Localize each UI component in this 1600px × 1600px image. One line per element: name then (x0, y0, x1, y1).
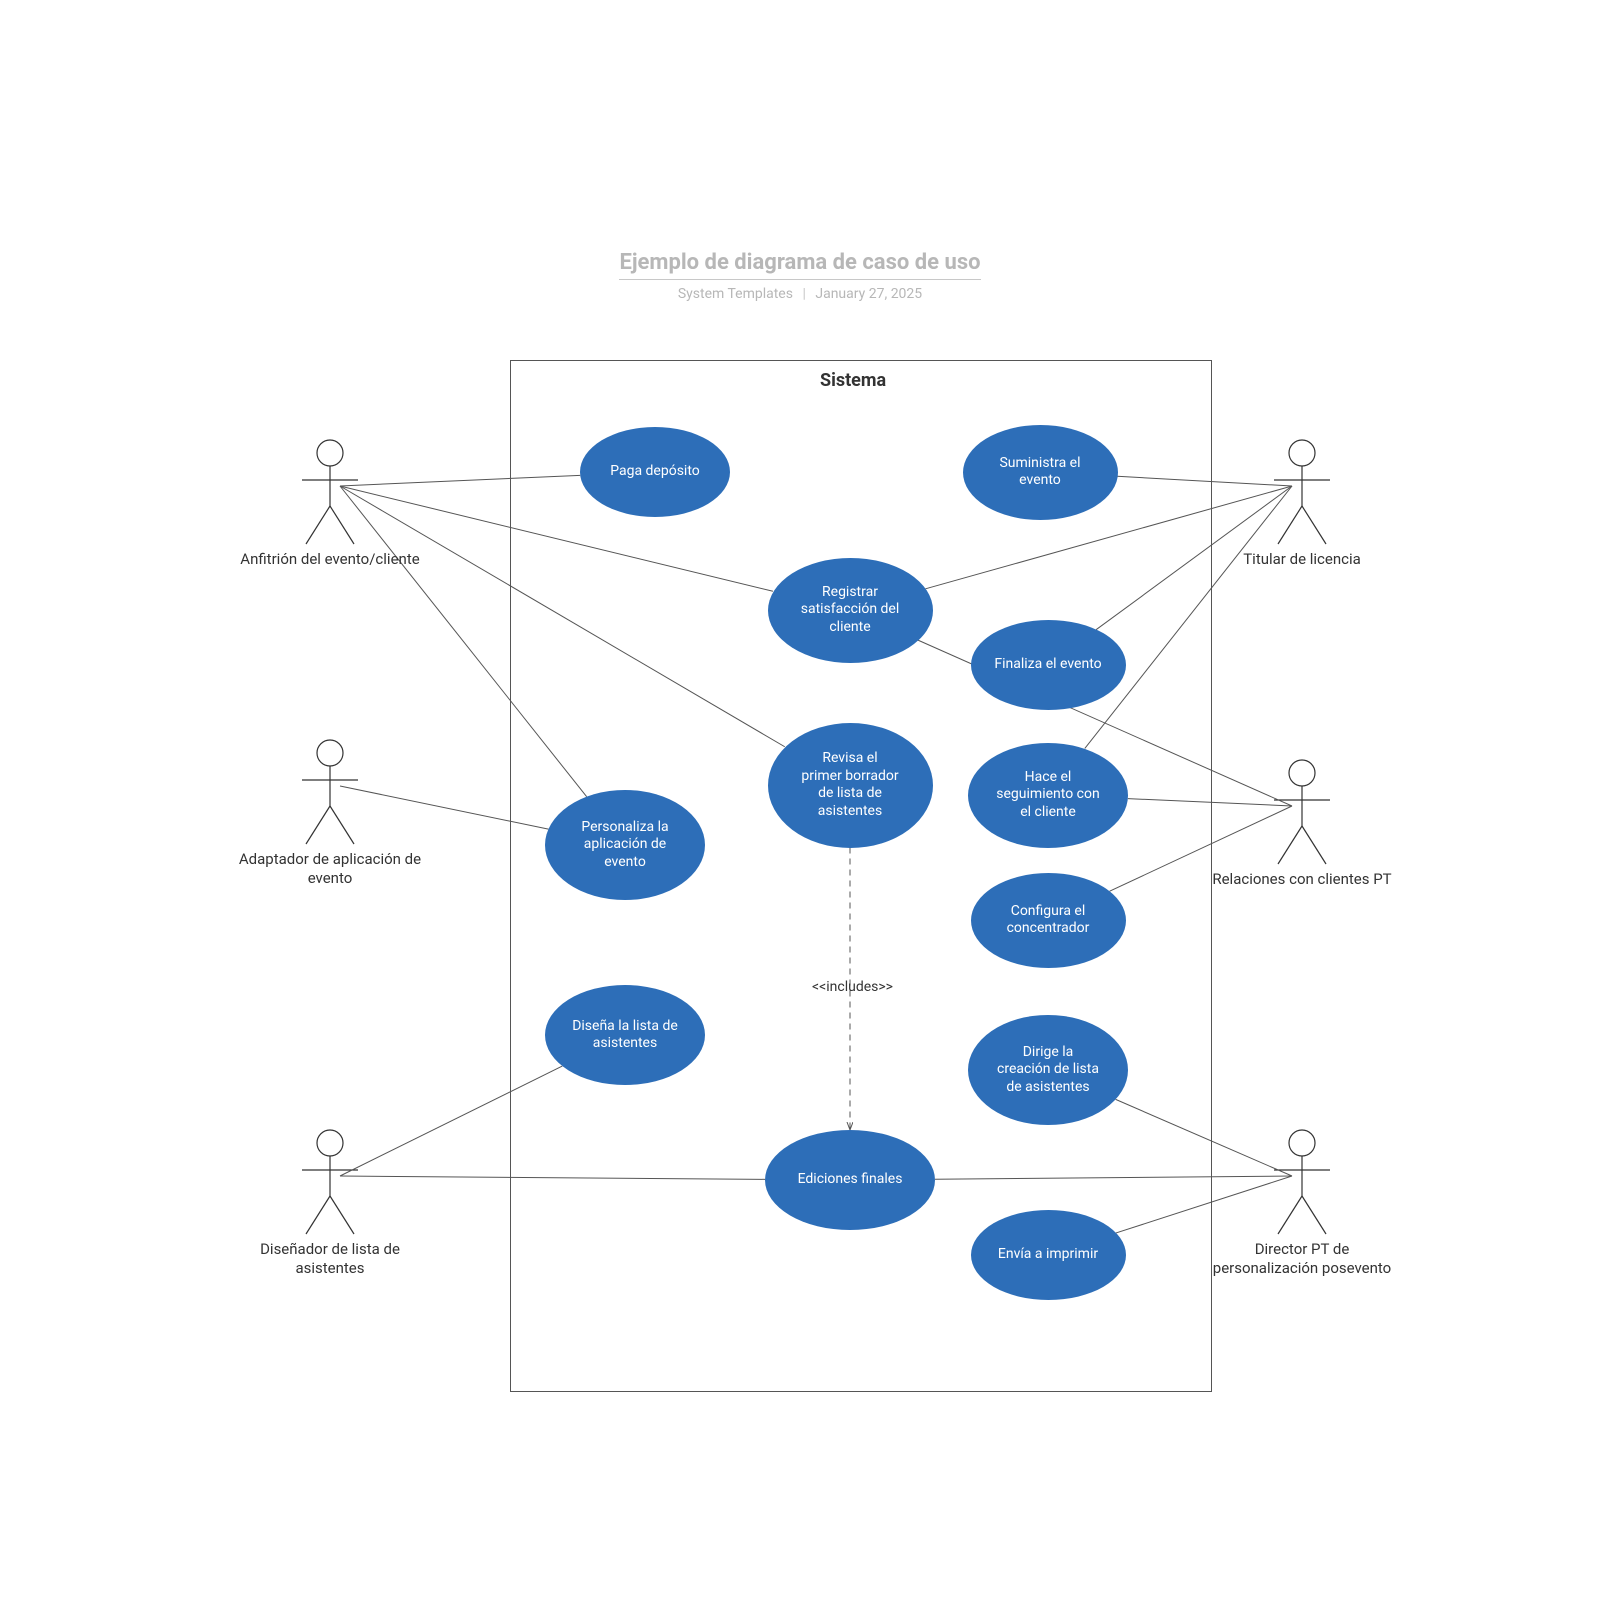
usecase-ediciones: Ediciones finales (765, 1130, 935, 1230)
usecase-suministra: Suministra el evento (963, 425, 1118, 520)
usecase-finaliza: Finaliza el evento (971, 620, 1126, 710)
usecase-dirige: Dirige la creación de lista de asistente… (968, 1015, 1128, 1125)
includes-label: <<includes>> (812, 979, 893, 995)
title-block: Ejemplo de diagrama de caso de uso Syste… (0, 250, 1600, 302)
system-label: Sistema (820, 370, 886, 391)
usecase-satisfaccion: Registrar satisfacción del cliente (768, 558, 933, 663)
diagram-subtitle: System Templates | January 27, 2025 (0, 286, 1600, 302)
usecase-disena: Diseña la lista de asistentes (545, 985, 705, 1085)
diagram-title: Ejemplo de diagrama de caso de uso (619, 250, 980, 280)
actor-host (302, 440, 358, 544)
usecase-personaliza: Personaliza la aplicación de evento (545, 790, 705, 900)
actor-label-crm: Relaciones con clientes PT (1192, 870, 1412, 889)
usecase-envia: Envía a imprimir (971, 1210, 1126, 1300)
usecase-revisa: Revisa el primer borrador de lista de as… (768, 723, 933, 848)
actor-designer (302, 1130, 358, 1234)
actor-crm (1274, 760, 1330, 864)
subtitle-sep: | (796, 286, 811, 302)
actor-label-host: Anfitrión del evento/cliente (220, 550, 440, 569)
actor-label-designer: Diseñador de lista de asistentes (220, 1240, 440, 1278)
subtitle-author: System Templates (678, 286, 793, 302)
actor-label-director: Director PT de personalización posevento (1192, 1240, 1412, 1278)
diagram-canvas: Ejemplo de diagrama de caso de uso Syste… (0, 0, 1600, 1600)
actor-adapter (302, 740, 358, 844)
actor-label-licensee: Titular de licencia (1192, 550, 1412, 569)
actor-label-adapter: Adaptador de aplicación de evento (220, 850, 440, 888)
usecase-seguimiento: Hace el seguimiento con el cliente (968, 743, 1128, 848)
subtitle-date: January 27, 2025 (815, 286, 922, 302)
actor-licensee (1274, 440, 1330, 544)
actor-director (1274, 1130, 1330, 1234)
usecase-paga: Paga depósito (580, 427, 730, 517)
usecase-configura: Configura el concentrador (971, 873, 1126, 968)
